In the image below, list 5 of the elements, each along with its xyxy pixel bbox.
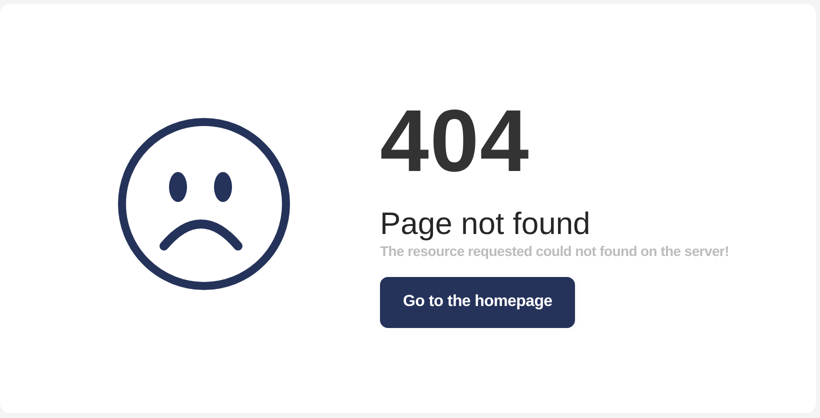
error-code: 404 [380, 97, 530, 186]
error-message: The resource requested could not found on the server! [380, 242, 729, 259]
error-title: Page not found [380, 207, 590, 242]
sad-face-icon [118, 118, 290, 290]
homepage-button[interactable]: Go to the homepage [380, 276, 576, 328]
